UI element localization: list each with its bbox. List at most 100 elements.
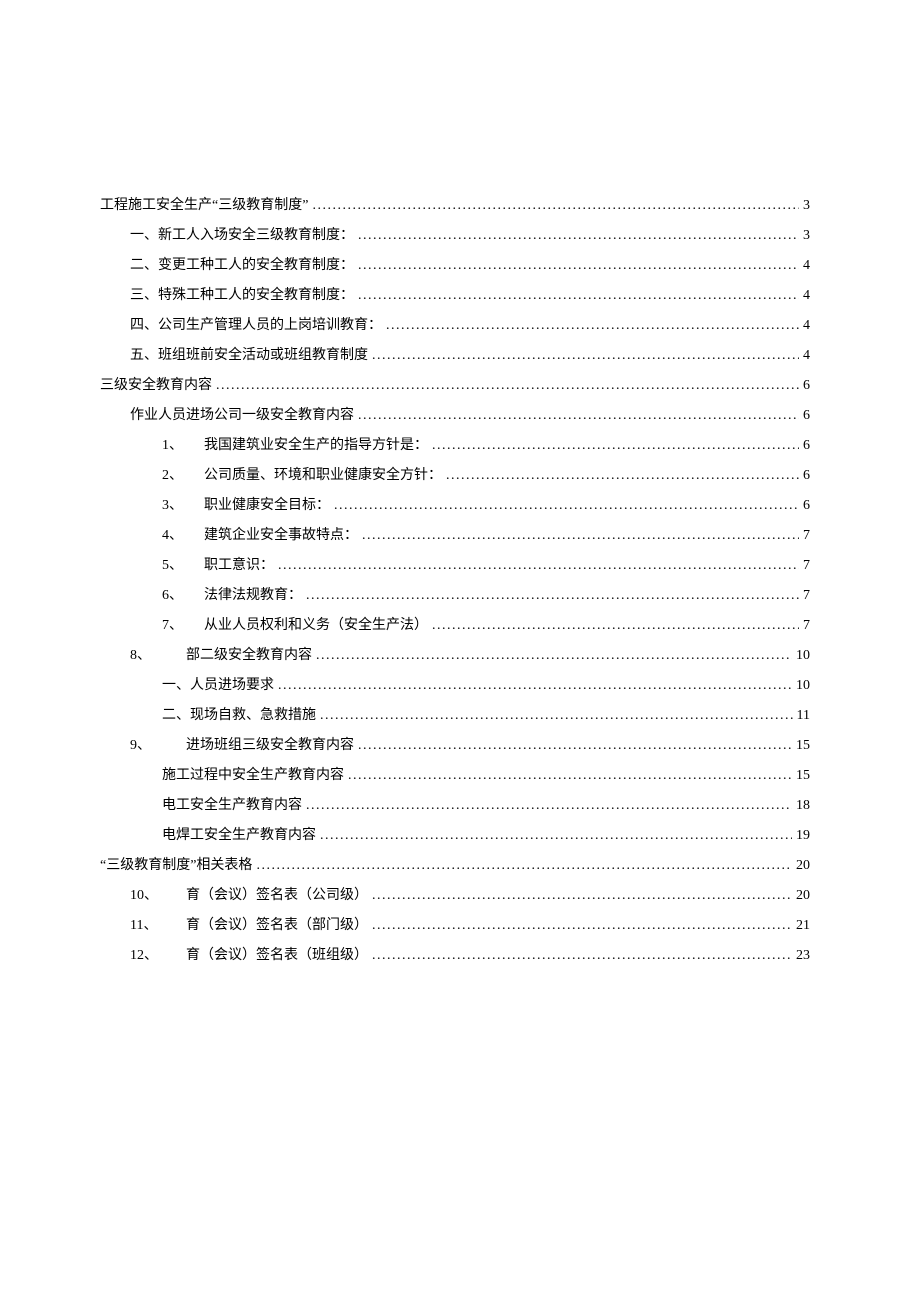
toc-entry-label: 工程施工安全生产“三级教育制度”: [100, 194, 308, 214]
toc-entry: 9、进场班组三级安全教育内容15: [100, 734, 810, 754]
toc-entry-text: 五、班组班前安全活动或班组教育制度: [130, 348, 368, 363]
toc-entry-label: 三级安全教育内容: [100, 374, 212, 394]
toc-entry-text: “三级教育制度”相关表格: [100, 858, 252, 873]
toc-entry-page: 6: [803, 408, 810, 424]
toc-entry-text: 公司质量、环境和职业健康安全方针：: [204, 468, 442, 483]
toc-entry-text: 电焊工安全生产教育内容: [162, 828, 316, 843]
toc-entry: 工程施工安全生产“三级教育制度”3: [100, 194, 810, 214]
toc-leader-dots: [306, 588, 799, 604]
toc-leader-dots: [216, 378, 799, 394]
toc-entry-label: 4、建筑企业安全事故特点：: [162, 524, 358, 544]
toc-leader-dots: [358, 228, 799, 244]
toc-entry-text: 四、公司生产管理人员的上岗培训教育：: [130, 318, 382, 333]
toc-leader-dots: [334, 498, 799, 514]
toc-entry: 4、建筑企业安全事故特点： 7: [100, 524, 810, 544]
toc-entry-page: 6: [803, 468, 810, 484]
toc-entry-page: 7: [803, 558, 810, 574]
toc-entry: “三级教育制度”相关表格20: [100, 854, 810, 874]
toc-entry-page: 3: [803, 228, 810, 244]
toc-entry-text: 建筑企业安全事故特点：: [204, 528, 358, 543]
toc-entry-page: 7: [803, 528, 810, 544]
toc-leader-dots: [386, 318, 799, 334]
toc-entry-label: 7、从业人员权利和义务（安全生产法）: [162, 614, 428, 634]
toc-leader-dots: [348, 768, 792, 784]
toc-entry: 8、部二级安全教育内容10: [100, 644, 810, 664]
toc-entry-page: 10: [796, 678, 810, 694]
toc-entry-page: 4: [803, 318, 810, 334]
toc-leader-dots: [316, 648, 792, 664]
toc-entry-text: 进场班组三级安全教育内容: [186, 738, 354, 753]
toc-entry-text: 二、变更工种工人的安全教育制度：: [130, 258, 354, 273]
toc-leader-dots: [358, 738, 792, 754]
toc-entry-text: 作业人员进场公司一级安全教育内容: [130, 408, 354, 423]
toc-entry-page: 20: [796, 888, 810, 904]
toc-entry-text: 三级安全教育内容: [100, 378, 212, 393]
toc-entry-number: 11、: [130, 914, 186, 934]
toc-entry-text: 一、新工人入场安全三级教育制度：: [130, 228, 354, 243]
toc-entry-text: 一、人员进场要求: [162, 678, 274, 693]
toc-entry: 12、育（会议）签名表（班组级） 23: [100, 944, 810, 964]
toc-entry-number: 4、: [162, 524, 204, 544]
toc-entry-label: 四、公司生产管理人员的上岗培训教育：: [130, 314, 382, 334]
toc-entry-label: 11、育（会议）签名表（部门级）: [130, 914, 368, 934]
toc-entry-number: 1、: [162, 434, 204, 454]
toc-entry-text: 育（会议）签名表（班组级）: [186, 948, 368, 963]
toc-entry-number: 8、: [130, 644, 186, 664]
toc-entry: 电工安全生产教育内容 18: [100, 794, 810, 814]
toc-entry-page: 6: [803, 378, 810, 394]
toc-leader-dots: [278, 558, 799, 574]
toc-entry-label: 作业人员进场公司一级安全教育内容: [130, 404, 354, 424]
toc-entry: 四、公司生产管理人员的上岗培训教育： 4: [100, 314, 810, 334]
toc-entry-page: 23: [796, 948, 810, 964]
toc-entry: 1、我国建筑业安全生产的指导方针是：6: [100, 434, 810, 454]
toc-entry-number: 7、: [162, 614, 204, 634]
toc-leader-dots: [372, 918, 792, 934]
toc-entry-text: 工程施工安全生产“三级教育制度”: [100, 198, 308, 213]
toc-entry-text: 育（会议）签名表（公司级）: [186, 888, 368, 903]
toc-entry-page: 7: [803, 588, 810, 604]
toc-entry-label: 一、新工人入场安全三级教育制度：: [130, 224, 354, 244]
toc-leader-dots: [432, 618, 799, 634]
toc-entry-label: 五、班组班前安全活动或班组教育制度: [130, 344, 368, 364]
toc-entry-page: 19: [796, 828, 810, 844]
toc-entry-text: 电工安全生产教育内容: [162, 798, 302, 813]
toc-entry-label: 1、我国建筑业安全生产的指导方针是：: [162, 434, 428, 454]
toc-entry-page: 6: [803, 498, 810, 514]
toc-entry: 施工过程中安全生产教育内容15: [100, 764, 810, 784]
toc-entry-page: 18: [796, 798, 810, 814]
toc-leader-dots: [372, 948, 792, 964]
toc-entry-number: 2、: [162, 464, 204, 484]
toc-entry-text: 职工意识：: [204, 558, 274, 573]
toc-entry-label: 2、公司质量、环境和职业健康安全方针：: [162, 464, 442, 484]
toc-leader-dots: [278, 678, 792, 694]
toc-entry: 7、从业人员权利和义务（安全生产法） 7: [100, 614, 810, 634]
toc-entry-label: 一、人员进场要求: [162, 674, 274, 694]
toc-entry: 一、人员进场要求 10: [100, 674, 810, 694]
toc-entry-number: 6、: [162, 584, 204, 604]
toc-leader-dots: [372, 888, 792, 904]
toc-entry-number: 12、: [130, 944, 186, 964]
toc-entry-label: 二、变更工种工人的安全教育制度：: [130, 254, 354, 274]
toc-entry-label: 3、职业健康安全目标：: [162, 494, 330, 514]
toc-entry-page: 10: [796, 648, 810, 664]
toc-leader-dots: [256, 858, 792, 874]
toc-entry-label: 9、进场班组三级安全教育内容: [130, 734, 354, 754]
toc-entry: 2、公司质量、环境和职业健康安全方针： 6: [100, 464, 810, 484]
toc-entry-text: 从业人员权利和义务（安全生产法）: [204, 618, 428, 633]
toc-entry-page: 15: [796, 768, 810, 784]
toc-entry-label: 三、特殊工种工人的安全教育制度：: [130, 284, 354, 304]
toc-entry-number: 5、: [162, 554, 204, 574]
toc-entry-page: 4: [803, 348, 810, 364]
toc-entry: 5、职工意识： 7: [100, 554, 810, 574]
toc-leader-dots: [306, 798, 792, 814]
toc-entry-label: 电工安全生产教育内容: [162, 794, 302, 814]
toc-entry: 电焊工安全生产教育内容 19: [100, 824, 810, 844]
table-of-contents: 工程施工安全生产“三级教育制度”3 一、新工人入场安全三级教育制度： 3 二、变更工种…: [100, 194, 810, 964]
toc-entry: 二、现场自救、急救措施11: [100, 704, 810, 724]
toc-entry-page: 4: [803, 288, 810, 304]
toc-entry-text: 职业健康安全目标：: [204, 498, 330, 513]
toc-leader-dots: [432, 438, 799, 454]
toc-entry-label: 电焊工安全生产教育内容: [162, 824, 316, 844]
toc-entry-page: 7: [803, 618, 810, 634]
toc-entry: 11、育（会议）签名表（部门级）21: [100, 914, 810, 934]
